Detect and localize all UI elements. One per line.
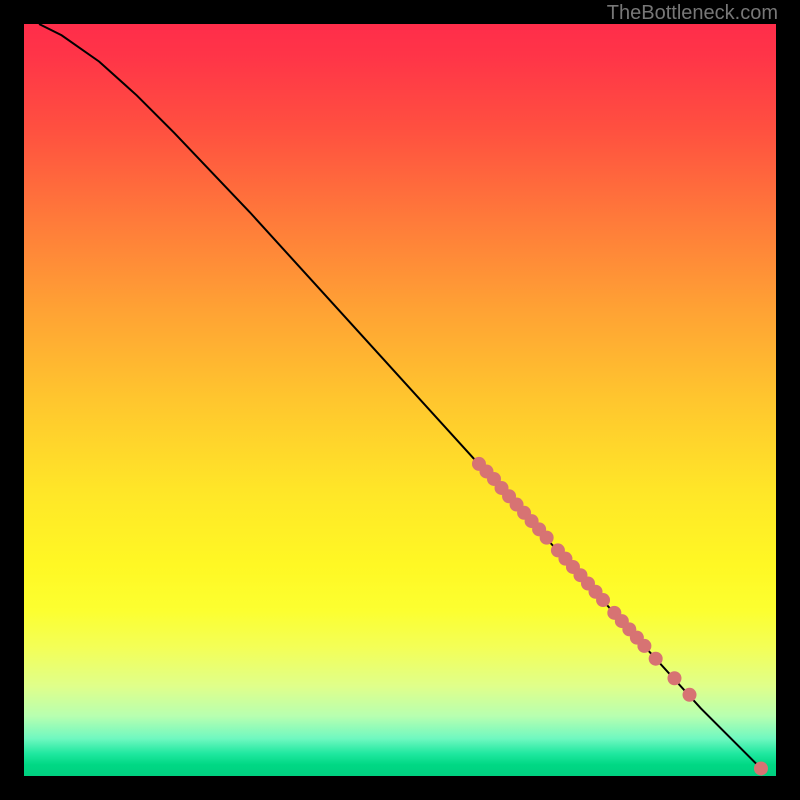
chart-marker: [649, 652, 663, 666]
chart-marker: [754, 761, 768, 775]
chart-svg: [24, 24, 776, 776]
chart-marker: [540, 531, 554, 545]
chart-markers-group: [472, 457, 768, 776]
chart-marker: [667, 671, 681, 685]
chart-plot-area: [24, 24, 776, 776]
watermark-text: TheBottleneck.com: [607, 2, 778, 25]
chart-marker: [683, 688, 697, 702]
chart-marker: [596, 593, 610, 607]
chart-marker: [637, 639, 651, 653]
